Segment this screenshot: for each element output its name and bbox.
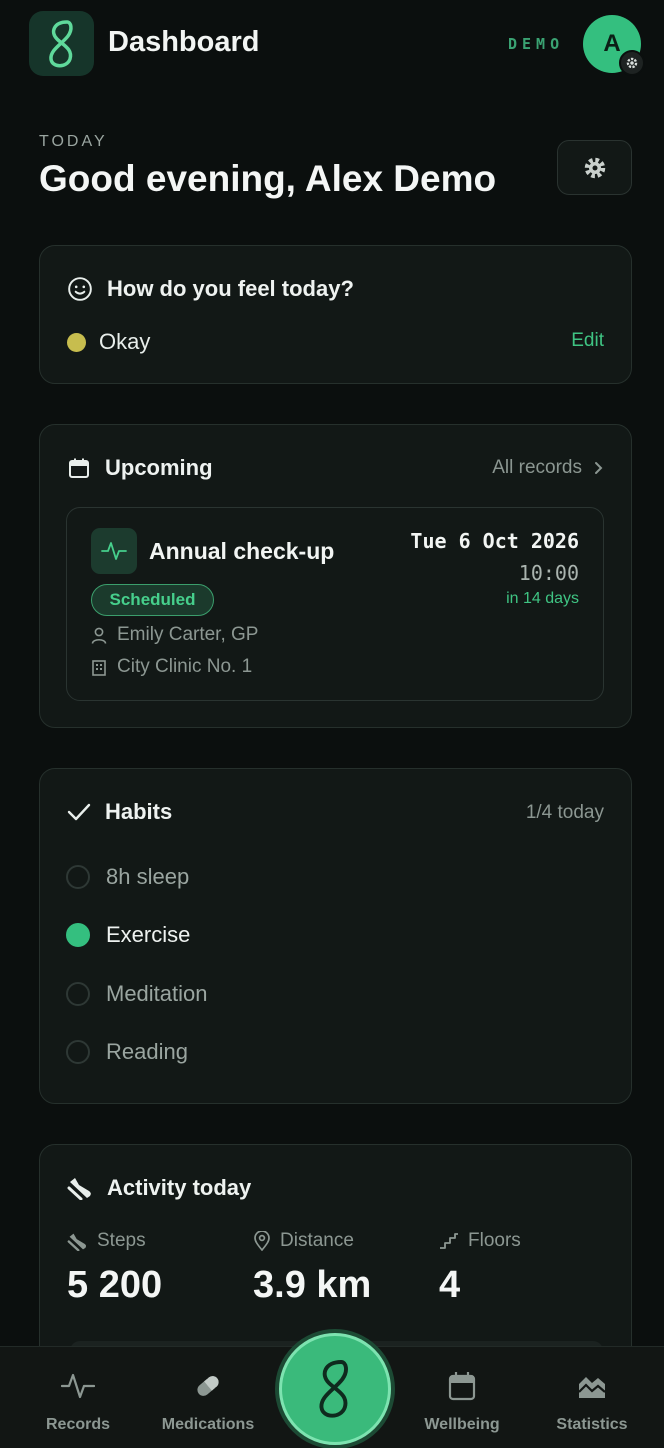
checkmark-icon <box>67 803 91 821</box>
habit-label: Exercise <box>106 922 191 947</box>
page-title: Dashboard <box>108 26 260 58</box>
mood-card-title: How do you feel today? <box>107 276 354 301</box>
area-chart-icon <box>578 1377 606 1398</box>
person-icon <box>91 627 107 644</box>
calendar-icon <box>69 458 89 478</box>
floors-stat: Floors 4 <box>439 1230 521 1307</box>
appointment-date: Tue 6 Oct 2026 <box>410 529 579 553</box>
upcoming-card: Upcoming All records Annual check-up Sch… <box>39 424 632 728</box>
floors-label-row: Floors <box>439 1230 521 1252</box>
appointment-icon <box>91 528 137 574</box>
distance-value: 3.9 km <box>253 1264 372 1306</box>
habit-checkbox[interactable] <box>66 982 90 1006</box>
steps-stat: Steps 5 200 <box>67 1230 162 1307</box>
habit-item[interactable]: 8h sleep <box>66 864 189 890</box>
demo-badge: DEMO <box>508 35 565 53</box>
upcoming-card-title: Upcoming <box>105 455 213 480</box>
upcoming-card-header: Upcoming <box>67 453 213 483</box>
appointment-relative-date: in 14 days <box>506 590 579 607</box>
appointment-doctor-name: Emily Carter, GP <box>117 624 259 645</box>
building-icon <box>92 659 106 676</box>
greeting-title: Good evening, Alex Demo <box>39 158 497 199</box>
all-records-label: All records <box>492 457 582 478</box>
pulse-icon <box>61 1373 95 1399</box>
habits-card-title: Habits <box>105 799 173 824</box>
fab-inner <box>279 1333 391 1445</box>
distance-label-row: Distance <box>253 1230 371 1252</box>
avatar-settings-icon[interactable] <box>619 50 645 76</box>
all-records-link[interactable]: All records <box>492 457 604 479</box>
distance-stat: Distance 3.9 km <box>253 1230 371 1307</box>
mood-value: Okay <box>99 329 151 354</box>
pulse-icon <box>101 542 127 560</box>
appointment-title: Annual check-up <box>149 538 335 564</box>
steps-value: 5 200 <box>67 1264 163 1306</box>
mood-card: How do you feel today? Okay Edit <box>39 245 632 384</box>
nav-medications[interactable]: Medications <box>143 1347 273 1448</box>
habit-item[interactable]: Exercise <box>66 922 190 948</box>
settings-button[interactable] <box>557 140 632 195</box>
habits-card: Habits 1/4 today 8h sleep Exercise Medit… <box>39 768 632 1104</box>
appointment-card[interactable]: Annual check-up Scheduled Emily Carter, … <box>66 507 604 701</box>
activity-card-title: Activity today <box>107 1175 252 1200</box>
habit-item[interactable]: Reading <box>66 1039 188 1065</box>
home-fab-button[interactable] <box>276 1330 394 1448</box>
habit-checkbox[interactable] <box>66 865 90 889</box>
nav-medications-label: Medications <box>161 1416 255 1433</box>
nav-statistics[interactable]: Statistics <box>527 1347 657 1448</box>
habit-checkbox[interactable] <box>66 1040 90 1064</box>
pill-icon <box>197 1376 219 1396</box>
habits-card-header: Habits <box>67 797 172 827</box>
shoe-icon <box>67 1233 87 1251</box>
gear-icon <box>584 157 605 178</box>
stairs-icon <box>440 1233 458 1249</box>
logo-icon <box>319 1360 348 1418</box>
mood-status-dot <box>67 333 86 352</box>
logo-icon <box>48 19 73 67</box>
distance-label: Distance <box>280 1230 354 1251</box>
calendar-icon <box>448 1372 476 1401</box>
status-badge: Scheduled <box>91 584 214 616</box>
mood-card-header: How do you feel today? <box>67 274 354 304</box>
nav-statistics-label: Statistics <box>556 1416 628 1433</box>
app-header: Dashboard DEMO A <box>0 0 664 90</box>
location-pin-icon <box>254 1231 270 1251</box>
habit-checkbox[interactable] <box>66 923 90 947</box>
steps-label-row: Steps <box>67 1230 162 1252</box>
floors-value: 4 <box>439 1264 461 1306</box>
habit-item[interactable]: Meditation <box>66 981 208 1007</box>
nav-wellbeing[interactable]: Wellbeing <box>397 1347 527 1448</box>
appointment-doctor: Emily Carter, GP <box>91 624 258 646</box>
habit-label: Meditation <box>106 981 208 1006</box>
app-logo[interactable] <box>29 11 94 76</box>
activity-card-header: Activity today <box>67 1173 251 1203</box>
shoe-icon <box>67 1178 91 1200</box>
nav-records-label: Records <box>45 1416 111 1433</box>
steps-label: Steps <box>97 1230 146 1251</box>
nav-records[interactable]: Records <box>13 1347 143 1448</box>
appointment-time: 10:00 <box>518 561 579 585</box>
chevron-right-icon <box>595 462 603 474</box>
appointment-clinic-name: City Clinic No. 1 <box>117 656 253 677</box>
habit-label: 8h sleep <box>106 864 190 889</box>
smile-icon <box>68 277 92 301</box>
habits-summary: 1/4 today <box>525 802 604 823</box>
appointment-clinic: City Clinic No. 1 <box>91 656 252 678</box>
mood-edit-link[interactable]: Edit <box>571 330 604 352</box>
habit-label: Reading <box>106 1039 188 1064</box>
floors-label: Floors <box>468 1230 521 1251</box>
greeting-eyebrow: TODAY <box>39 133 108 150</box>
nav-wellbeing-label: Wellbeing <box>424 1416 500 1433</box>
